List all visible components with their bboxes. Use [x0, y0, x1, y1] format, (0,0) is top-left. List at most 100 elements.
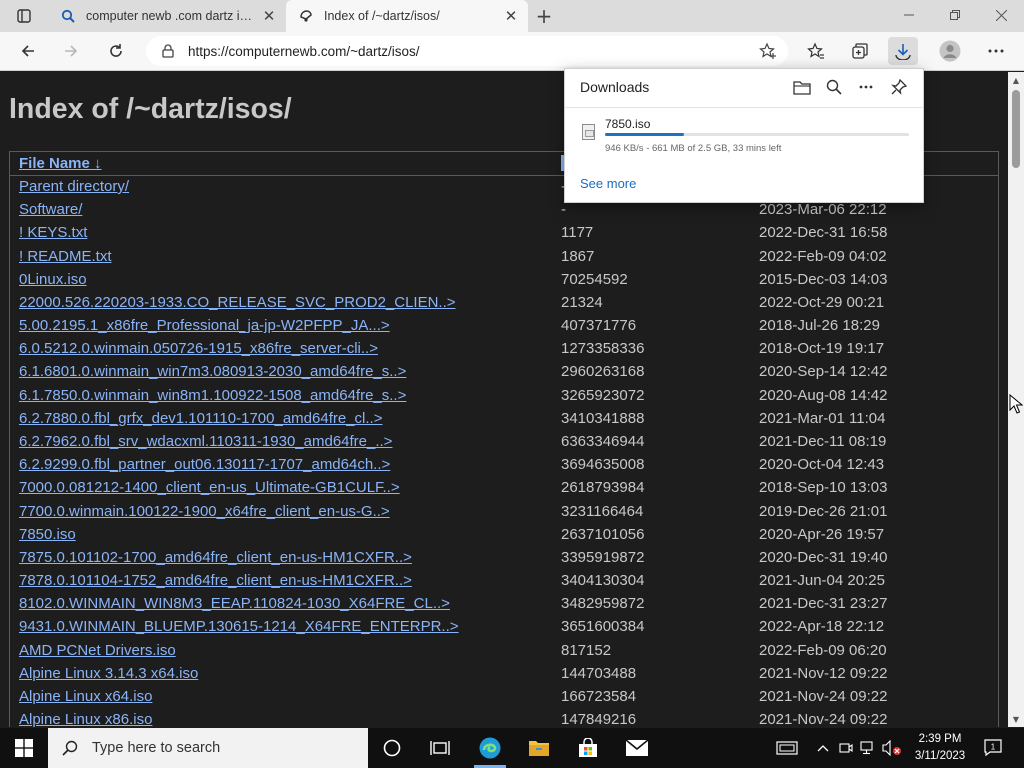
- search-placeholder: Type here to search: [92, 740, 221, 756]
- input-indicator-button[interactable]: [770, 728, 804, 768]
- downloads-button[interactable]: [888, 37, 918, 65]
- downloads-more-options-button[interactable]: [852, 75, 880, 99]
- file-name-link[interactable]: 6.0.5212.0.winmain.050726-1915_x86fre_se…: [19, 340, 378, 357]
- file-name-link[interactable]: ! README.txt: [19, 248, 112, 265]
- new-tab-button[interactable]: +: [532, 4, 556, 28]
- mail-button[interactable]: [613, 728, 661, 768]
- search-downloads-button[interactable]: [820, 75, 848, 99]
- file-name-link[interactable]: 9431.0.WINMAIN_BLUEMP.130615-1214_X64FRE…: [19, 618, 459, 635]
- file-name-link[interactable]: 7878.0.101104-1752_amd64fre_client_en-us…: [19, 572, 412, 589]
- file-explorer-button[interactable]: [515, 728, 563, 768]
- mouse-cursor-icon: [1009, 394, 1023, 414]
- browser-toolbar: https://computernewb.com/~dartz/isos/: [0, 32, 1024, 71]
- favorites-button[interactable]: [801, 37, 831, 65]
- column-header-file-name[interactable]: File Name ↓: [19, 155, 102, 172]
- store-button[interactable]: [564, 728, 612, 768]
- page-favicon-icon: [298, 8, 314, 24]
- taskbar-clock[interactable]: 2:39 PM 3/11/2023: [908, 731, 972, 765]
- tab-computernewb-search[interactable]: computer newb .com dartz isos - ✕: [48, 0, 286, 32]
- windows-taskbar: Type here to search 2:39 PM 3/11/2023 1: [0, 728, 1024, 768]
- refresh-button[interactable]: [101, 37, 131, 65]
- file-name-link[interactable]: 6.2.9299.0.fbl_partner_out06.130117-1707…: [19, 456, 390, 473]
- file-name-link[interactable]: 0Linux.iso: [19, 271, 87, 288]
- windows-logo-icon: [15, 739, 33, 757]
- start-button[interactable]: [0, 728, 48, 768]
- network-button[interactable]: [858, 728, 878, 768]
- file-date: 2019-Dec-26 21:01: [759, 502, 888, 520]
- tab-actions-button[interactable]: [10, 6, 38, 26]
- minimize-button[interactable]: [886, 0, 932, 30]
- restore-icon: [950, 10, 960, 20]
- file-date: 2022-Dec-31 16:58: [759, 224, 888, 242]
- task-view-button[interactable]: [416, 728, 464, 768]
- file-name-link[interactable]: ! KEYS.txt: [19, 224, 87, 241]
- volume-button[interactable]: [880, 728, 904, 768]
- open-downloads-folder-button[interactable]: [788, 75, 816, 99]
- file-name-link[interactable]: Parent directory/: [19, 178, 129, 195]
- file-name-link[interactable]: 7000.0.081212-1400_client_en-us_Ultimate…: [19, 479, 400, 496]
- close-window-button[interactable]: [978, 0, 1024, 30]
- forward-button[interactable]: [56, 37, 86, 65]
- file-name-link[interactable]: 7850.iso: [19, 526, 76, 543]
- arrow-left-icon: [21, 45, 34, 57]
- file-name-link[interactable]: Alpine Linux 3.14.3 x64.iso: [19, 665, 198, 682]
- file-name-link[interactable]: 6.1.6801.0.winmain_win7m3.080913-2030_am…: [19, 363, 406, 380]
- download-status-text: 946 KB/s - 661 MB of 2.5 GB, 33 mins lef…: [605, 143, 782, 154]
- close-tab-icon[interactable]: ✕: [500, 5, 522, 27]
- file-name-link[interactable]: 8102.0.WINMAIN_WIN8M3_EEAP.110824-1030_X…: [19, 595, 450, 612]
- file-name-link[interactable]: 5.00.2195.1_x86fre_Professional_ja-jp-W2…: [19, 317, 390, 334]
- scroll-down-arrow-icon[interactable]: ▼: [1008, 711, 1024, 727]
- file-date: 2018-Oct-19 19:17: [759, 340, 885, 358]
- see-more-link[interactable]: See more: [580, 176, 636, 191]
- file-name-link[interactable]: 7700.0.winmain.100122-1900_x64fre_client…: [19, 503, 390, 520]
- file-name-link[interactable]: 7875.0.101102-1700_amd64fre_client_en-us…: [19, 549, 412, 566]
- table-row: 6.1.7850.0.winmain_win8m1.100922-1508_am…: [10, 385, 998, 408]
- close-tab-icon[interactable]: ✕: [258, 5, 280, 27]
- file-name-link[interactable]: Alpine Linux x86.iso: [19, 711, 152, 727]
- file-name-link[interactable]: Software/: [19, 201, 82, 218]
- table-row: ! KEYS.txt 1177 2022-Dec-31 16:58: [10, 222, 998, 245]
- file-size: 2637101056: [561, 525, 645, 543]
- downloads-title: Downloads: [580, 79, 650, 95]
- file-date: 2021-Nov-24 09:22: [759, 711, 888, 727]
- collections-button[interactable]: [845, 37, 875, 65]
- file-name-link[interactable]: AMD PCNet Drivers.iso: [19, 642, 176, 659]
- address-bar[interactable]: https://computernewb.com/~dartz/isos/: [146, 36, 788, 66]
- scroll-up-arrow-icon[interactable]: ▲: [1008, 72, 1024, 88]
- file-date: 2020-Apr-26 19:57: [759, 525, 885, 543]
- settings-more-button[interactable]: [981, 37, 1011, 65]
- file-size: 1273358336: [561, 340, 645, 358]
- back-button[interactable]: [13, 37, 43, 65]
- pin-downloads-button[interactable]: [885, 75, 913, 99]
- column-header-label: File Name: [19, 155, 90, 172]
- file-date: 2022-Oct-29 00:21: [759, 293, 885, 311]
- file-size: -: [561, 201, 566, 219]
- file-date: 2018-Jul-26 18:29: [759, 317, 880, 335]
- table-row: 6.2.7880.0.fbl_grfx_dev1.101110-1700_amd…: [10, 408, 998, 431]
- keyboard-icon: [776, 741, 798, 755]
- file-date: 2023-Mar-06 22:12: [759, 201, 887, 219]
- tab-index-of-isos[interactable]: Index of /~dartz/isos/ ✕: [286, 0, 528, 32]
- taskbar-search-box[interactable]: Type here to search: [48, 728, 368, 768]
- file-size: 1867: [561, 247, 595, 265]
- favorites-icon: [807, 42, 824, 59]
- scroll-thumb[interactable]: [1012, 90, 1020, 168]
- cortana-button[interactable]: [368, 728, 416, 768]
- profile-button[interactable]: [935, 37, 965, 65]
- file-name-link[interactable]: Alpine Linux x64.iso: [19, 688, 152, 705]
- download-file-name[interactable]: 7850.iso: [605, 117, 650, 131]
- meet-now-button[interactable]: [837, 728, 855, 768]
- table-row: ! README.txt 1867 2022-Feb-09 04:02: [10, 246, 998, 269]
- file-name-link[interactable]: 6.2.7962.0.fbl_srv_wdacxml.110311-1930_a…: [19, 433, 392, 450]
- edge-taskbar-button[interactable]: [466, 728, 514, 768]
- file-date: 2018-Sep-10 13:03: [759, 479, 888, 497]
- add-favorite-button[interactable]: [754, 37, 782, 65]
- restore-button[interactable]: [932, 0, 978, 30]
- file-size: 21324: [561, 293, 603, 311]
- file-name-link[interactable]: 6.1.7850.0.winmain_win8m1.100922-1508_am…: [19, 387, 406, 404]
- action-center-button[interactable]: 1: [980, 728, 1008, 768]
- table-row: 6.1.6801.0.winmain_win7m3.080913-2030_am…: [10, 361, 998, 384]
- file-name-link[interactable]: 6.2.7880.0.fbl_grfx_dev1.101110-1700_amd…: [19, 410, 382, 427]
- show-hidden-icons-button[interactable]: [812, 728, 834, 768]
- file-name-link[interactable]: 22000.526.220203-1933.CO_RELEASE_SVC_PRO…: [19, 294, 456, 311]
